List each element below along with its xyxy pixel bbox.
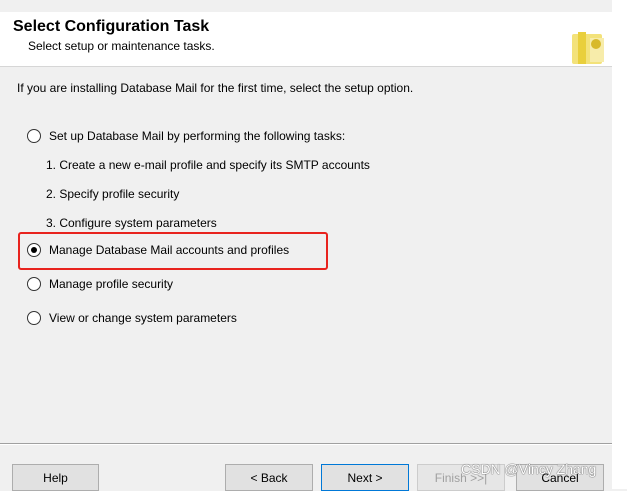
option-manage-accounts[interactable]: Manage Database Mail accounts and profil…	[27, 243, 289, 257]
footer-divider-highlight	[0, 444, 612, 445]
option-profile-security-label: Manage profile security	[49, 277, 174, 291]
help-button[interactable]: Help	[12, 464, 99, 491]
radio-profile-security[interactable]	[27, 277, 41, 291]
option-manage-accounts-label: Manage Database Mail accounts and profil…	[49, 243, 290, 257]
option-system-parameters-label: View or change system parameters	[49, 311, 237, 325]
wizard-window: Select Configuration Task Select setup o…	[0, 0, 612, 491]
option-profile-security[interactable]: Manage profile security	[27, 277, 173, 291]
setup-step-1: 1. Create a new e-mail profile and speci…	[46, 158, 370, 172]
setup-step-2: 2. Specify profile security	[46, 187, 180, 201]
watermark: CSDN @Vincy Zhang	[461, 461, 597, 477]
next-button[interactable]: Next >	[321, 464, 409, 491]
page-title: Select Configuration Task	[13, 18, 210, 35]
intro-text: If you are installing Database Mail for …	[17, 81, 414, 95]
setup-step-3: 3. Configure system parameters	[46, 216, 217, 230]
option-setup-label: Set up Database Mail by performing the f…	[49, 129, 346, 143]
radio-setup[interactable]	[27, 129, 41, 143]
title-strip	[0, 0, 612, 12]
radio-manage-accounts[interactable]	[27, 243, 41, 257]
back-button[interactable]: < Back	[225, 464, 313, 491]
radio-system-parameters[interactable]	[27, 311, 41, 325]
option-setup[interactable]: Set up Database Mail by performing the f…	[27, 129, 345, 143]
right-edge-strip	[612, 0, 627, 489]
radio-selected-dot	[31, 247, 37, 253]
page-subtitle: Select setup or maintenance tasks.	[28, 39, 215, 53]
wizard-gear-icon	[572, 32, 604, 64]
wizard-header: Select Configuration Task Select setup o…	[0, 12, 612, 67]
option-system-parameters[interactable]: View or change system parameters	[27, 311, 237, 325]
